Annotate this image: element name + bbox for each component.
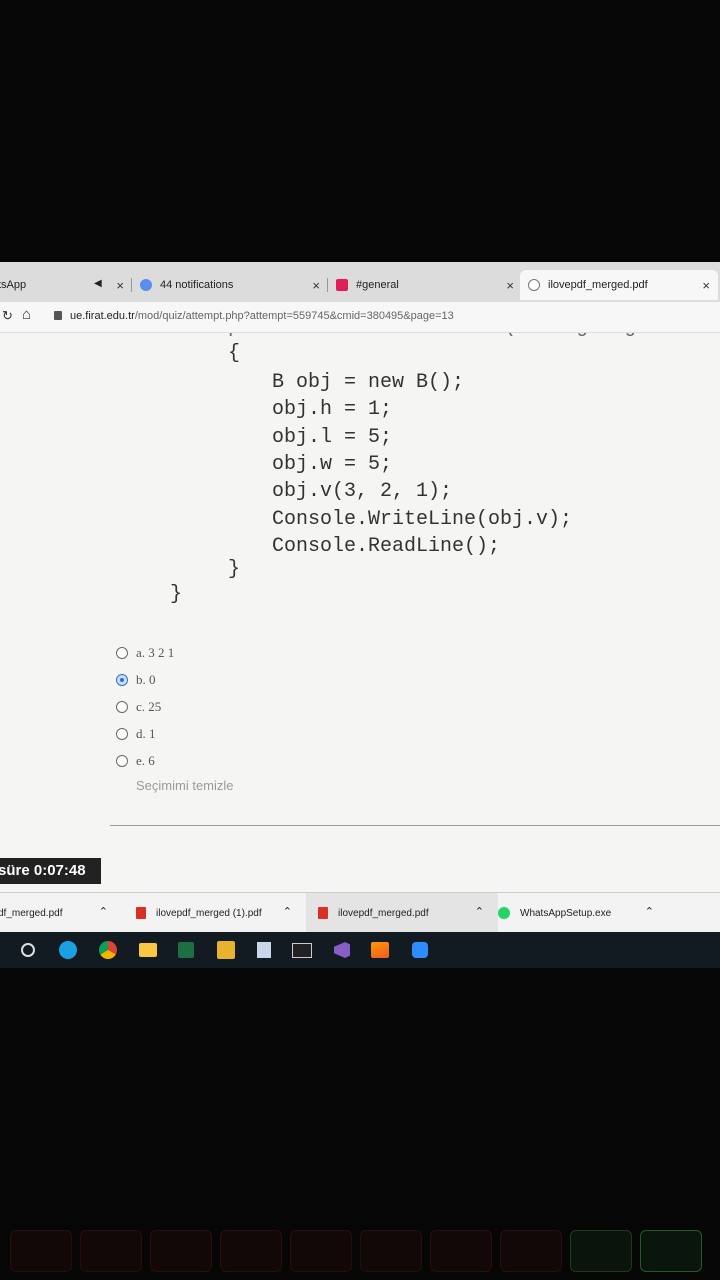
visual-studio-icon[interactable] bbox=[332, 940, 352, 960]
keyboard-key bbox=[10, 1230, 72, 1272]
code-line: obj.w = 5; bbox=[272, 453, 393, 476]
photos-icon[interactable] bbox=[216, 940, 236, 960]
refresh-icon[interactable]: ↻ bbox=[2, 308, 13, 324]
tab-ilovepdf[interactable]: ilovepdf_merged.pdf × bbox=[520, 270, 718, 300]
tab-label: #general bbox=[356, 279, 399, 291]
code-line: } bbox=[170, 583, 183, 606]
download-filename: ilovepdf_merged (1).pdf bbox=[156, 907, 262, 919]
url-field[interactable]: ue.firat.edu.tr/mod/quiz/attempt.php?att… bbox=[70, 310, 454, 322]
sublime-icon[interactable] bbox=[370, 940, 390, 960]
answer-label: b. 0 bbox=[136, 671, 156, 687]
chevron-up-icon[interactable]: ⌃ bbox=[99, 905, 108, 918]
close-icon[interactable]: × bbox=[116, 278, 124, 293]
answer-label: e. 6 bbox=[136, 752, 155, 768]
code-partial-line: public static void Main(string args bbox=[228, 333, 648, 341]
code-line: obj.v(3, 2, 1); bbox=[272, 480, 453, 503]
timer-value: 0:07:48 bbox=[33, 862, 86, 879]
tab-separator bbox=[131, 278, 132, 292]
radio-button[interactable] bbox=[116, 754, 128, 767]
monitor-screen: tsApp ◀ × 44 notifications × #general × … bbox=[0, 262, 720, 968]
answer-label: c. 25 bbox=[136, 698, 162, 714]
pdf-icon bbox=[136, 907, 146, 919]
answer-option-e[interactable]: e. 6 bbox=[116, 747, 174, 774]
keyboard-key bbox=[500, 1230, 562, 1272]
answer-option-d[interactable]: d. 1 bbox=[116, 720, 174, 747]
answer-label: a. 3 2 1 bbox=[136, 644, 175, 660]
close-icon[interactable]: × bbox=[506, 278, 514, 293]
browser-tab-strip: tsApp ◀ × 44 notifications × #general × … bbox=[0, 262, 720, 302]
file-explorer-icon[interactable] bbox=[138, 940, 158, 960]
code-line: { bbox=[228, 342, 241, 365]
mute-icon[interactable]: ◀ bbox=[94, 278, 102, 289]
tab-label: tsApp bbox=[0, 279, 27, 291]
keyboard-key bbox=[150, 1230, 212, 1272]
keyboard-key bbox=[220, 1230, 282, 1272]
pdf-icon bbox=[318, 907, 328, 919]
chevron-up-icon[interactable]: ⌃ bbox=[645, 905, 654, 918]
tab-notifications[interactable]: 44 notifications × bbox=[140, 270, 320, 300]
radio-button[interactable] bbox=[116, 646, 128, 659]
radio-button-selected[interactable] bbox=[116, 673, 128, 686]
chrome-icon[interactable] bbox=[98, 940, 118, 960]
slack-icon bbox=[336, 279, 348, 291]
download-item[interactable]: df_merged.pdf ⌃ bbox=[0, 893, 108, 933]
tab-whatsapp[interactable]: tsApp ◀ × bbox=[0, 270, 124, 300]
quiz-page: public static void Main(string args { B … bbox=[0, 333, 720, 893]
whatsapp-icon bbox=[498, 907, 510, 919]
excel-icon[interactable] bbox=[176, 940, 196, 960]
code-line: obj.l = 5; bbox=[272, 426, 393, 449]
download-item[interactable]: WhatsAppSetup.exe ⌃ bbox=[498, 893, 654, 933]
download-item[interactable]: ilovepdf_merged (1).pdf ⌃ bbox=[136, 893, 292, 933]
radio-button[interactable] bbox=[116, 727, 128, 740]
tab-label: 44 notifications bbox=[160, 279, 234, 291]
clear-choice-link[interactable]: Seçimimi temizle bbox=[136, 778, 234, 793]
answer-option-b[interactable]: b. 0 bbox=[116, 666, 174, 693]
answer-label: d. 1 bbox=[136, 725, 156, 741]
answer-option-c[interactable]: c. 25 bbox=[116, 693, 174, 720]
download-item[interactable]: ilovepdf_merged.pdf ⌃ bbox=[306, 893, 498, 933]
answer-option-a[interactable]: a. 3 2 1 bbox=[116, 639, 174, 666]
tab-label: ilovepdf_merged.pdf bbox=[548, 279, 648, 291]
tab-general[interactable]: #general × bbox=[336, 270, 514, 300]
keyboard-key bbox=[430, 1230, 492, 1272]
download-filename: ilovepdf_merged.pdf bbox=[338, 907, 429, 919]
chat-icon bbox=[140, 279, 152, 291]
code-line: Console.ReadLine(); bbox=[272, 535, 501, 558]
tab-separator bbox=[327, 278, 328, 292]
code-line: B obj = new B(); bbox=[272, 371, 465, 394]
keyboard-backlight bbox=[0, 1200, 720, 1280]
chevron-up-icon[interactable]: ⌃ bbox=[475, 905, 484, 918]
url-path: /mod/quiz/attempt.php?attempt=559745&cmi… bbox=[134, 310, 454, 322]
url-domain: ue.firat.edu.tr bbox=[70, 310, 135, 322]
keyboard-key bbox=[640, 1230, 702, 1272]
download-filename: df_merged.pdf bbox=[0, 907, 63, 919]
keyboard-key bbox=[290, 1230, 352, 1272]
divider bbox=[110, 825, 720, 826]
keyboard-key bbox=[570, 1230, 632, 1272]
zoom-icon[interactable] bbox=[410, 940, 430, 960]
code-line: obj.h = 1; bbox=[272, 398, 393, 421]
windows-taskbar bbox=[0, 932, 720, 968]
close-icon[interactable]: × bbox=[312, 278, 320, 293]
address-bar: ↻ ⌂ ue.firat.edu.tr/mod/quiz/attempt.php… bbox=[0, 302, 720, 333]
answer-list: a. 3 2 1 b. 0 c. 25 d. 1 e. 6 bbox=[116, 639, 174, 774]
lock-icon bbox=[54, 311, 62, 320]
code-line: Console.WriteLine(obj.v); bbox=[272, 508, 573, 531]
quiz-timer: süre 0:07:48 bbox=[0, 858, 101, 884]
edge-icon[interactable] bbox=[58, 940, 78, 960]
download-filename: WhatsAppSetup.exe bbox=[520, 907, 612, 919]
home-icon[interactable]: ⌂ bbox=[22, 306, 31, 323]
timer-label: süre bbox=[0, 862, 30, 879]
cortana-icon[interactable] bbox=[18, 940, 38, 960]
radio-button[interactable] bbox=[116, 700, 128, 713]
keyboard-key bbox=[80, 1230, 142, 1272]
keyboard-key bbox=[360, 1230, 422, 1272]
box-icon[interactable] bbox=[254, 940, 274, 960]
close-icon[interactable]: × bbox=[702, 278, 710, 293]
globe-icon bbox=[528, 279, 540, 291]
terminal-icon[interactable] bbox=[292, 940, 312, 960]
chevron-up-icon[interactable]: ⌃ bbox=[283, 905, 292, 918]
download-shelf: df_merged.pdf ⌃ ilovepdf_merged (1).pdf … bbox=[0, 892, 720, 933]
code-line: } bbox=[228, 558, 241, 581]
